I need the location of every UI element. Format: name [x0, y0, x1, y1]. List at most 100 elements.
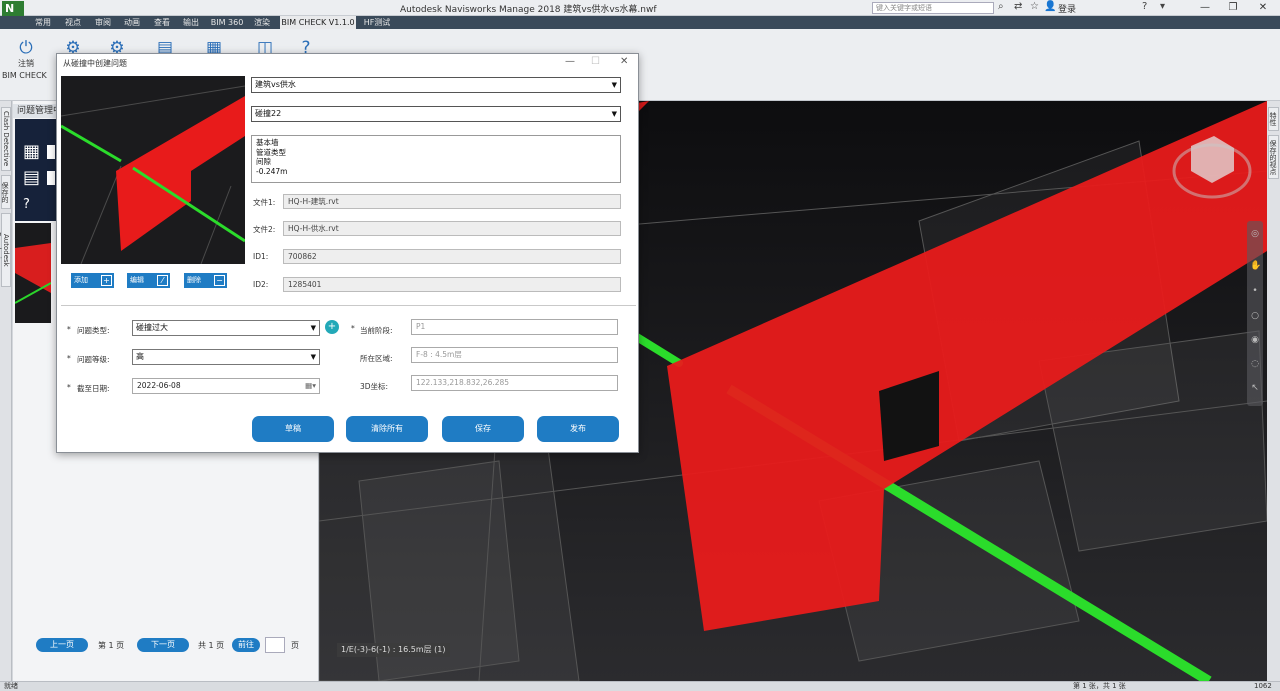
add-issue-type-button[interactable]: +	[325, 320, 339, 334]
page-number-input[interactable]	[265, 637, 285, 653]
issue-type-select[interactable]: 碰撞过大 ▼	[132, 320, 320, 336]
tab-render[interactable]: 渲染	[251, 16, 273, 29]
login-link[interactable]: 登录	[1058, 2, 1076, 15]
clash-info-box: 基本墙 管道类型 间隙 -0.247m	[251, 135, 621, 183]
tab-properties[interactable]: 特性	[1268, 107, 1279, 131]
logout-button[interactable]: ⏻ 注销	[9, 37, 43, 69]
logout-label: 注销	[18, 59, 34, 68]
issue-level-value: 高	[136, 352, 144, 361]
memory-indicator: 1062 MB	[1254, 682, 1272, 690]
pan-icon[interactable]: ✋	[1250, 261, 1261, 271]
tab-bim360[interactable]: BIM 360	[209, 16, 245, 29]
edit-image-button[interactable]: 编辑 ⁄	[127, 273, 170, 288]
due-date-picker[interactable]: 2022-06-08 ▦▾	[132, 378, 320, 394]
draft-button[interactable]: 草稿	[252, 416, 334, 442]
page-suffix: 页	[291, 641, 299, 650]
restore-icon[interactable]: ❐	[1220, 0, 1246, 15]
next-page-button[interactable]: 下一页	[137, 638, 189, 652]
tab-clash-detective[interactable]: Clash Detective	[1, 107, 11, 171]
due-date-value: 2022-06-08	[137, 381, 181, 390]
clash-test-select[interactable]: 建筑vs供水 ▼	[251, 77, 621, 93]
delete-image-button[interactable]: 删除 −	[184, 273, 227, 288]
sheet-indicator: 第 1 张，共 1 张	[1073, 682, 1126, 690]
stage-field[interactable]: P1	[411, 319, 618, 335]
help-search-input[interactable]: 键入关键字或短语	[872, 2, 994, 14]
prev-page-button[interactable]: 上一页	[36, 638, 88, 652]
clear-all-button[interactable]: 清除所有	[346, 416, 428, 442]
tab-output[interactable]: 输出	[180, 16, 202, 29]
area-label: 所在区域:	[360, 354, 393, 363]
user-icon[interactable]: 👤	[1044, 1, 1056, 12]
dropdown-arrow-icon: ▼	[310, 353, 316, 361]
star-icon[interactable]: ☆	[1030, 1, 1039, 12]
dropdown-icon[interactable]: ▾	[1160, 1, 1165, 12]
pagination: 上一页 第 1 页 下一页 共 1 页 前往 页	[13, 636, 319, 656]
minus-icon: −	[214, 275, 225, 286]
issue-type-value: 碰撞过大	[136, 323, 168, 332]
goto-page-button[interactable]: 前往	[232, 638, 260, 652]
minimize-icon[interactable]: —	[565, 56, 575, 67]
select-icon[interactable]: ↖	[1250, 383, 1260, 393]
clash-item-select[interactable]: 碰撞22 ▼	[251, 106, 621, 122]
required-mark: *	[67, 354, 71, 363]
plus-icon: +	[101, 275, 112, 286]
power-icon: ⏻	[19, 38, 33, 58]
ribbon-tab-bar: 常用 视点 审阅 动画 查看 输出 BIM 360 渲染 BIM CHECK V…	[0, 16, 1280, 29]
exchange-icon[interactable]: ⇄	[1014, 1, 1022, 12]
steering-wheel-icon[interactable]: ◎	[1250, 229, 1260, 239]
save-button[interactable]: 保存	[442, 416, 524, 442]
tab-saved-viewpoints[interactable]: 保存的视点	[1, 175, 11, 209]
due-date-label: 截至日期:	[77, 384, 110, 393]
id2-label: ID2:	[253, 280, 269, 289]
id2-field: 1285401	[283, 277, 621, 292]
walk-icon[interactable]: ◌	[1250, 359, 1260, 369]
close-icon[interactable]: ✕	[1250, 0, 1276, 15]
dropdown-arrow-icon: ▼	[611, 110, 617, 118]
app-logo[interactable]: N	[2, 1, 24, 16]
required-mark: *	[351, 324, 355, 333]
tab-home[interactable]: 常用	[32, 16, 54, 29]
navigation-bar: ◎ ✋ • ○ ◉ ◌ ↖	[1247, 221, 1263, 406]
tab-hf-test[interactable]: HF测试	[362, 16, 392, 29]
tab-animation[interactable]: 动画	[121, 16, 143, 29]
publish-button[interactable]: 发布	[537, 416, 619, 442]
area-field[interactable]: F-8 : 4.5m层	[411, 347, 618, 363]
ribbon-group-label: BIM CHECK	[2, 71, 47, 80]
edit-icon: ⁄	[157, 275, 168, 286]
thumbnail-svg	[15, 243, 51, 304]
tab-view[interactable]: 查看	[151, 16, 173, 29]
orbit-icon[interactable]: ○	[1250, 311, 1260, 321]
dialog-title: 从碰撞中创建问题	[63, 59, 127, 68]
tab-bim-check[interactable]: BIM CHECK V1.1.0	[280, 16, 356, 29]
panel-input-stub-2[interactable]	[47, 171, 55, 185]
preview-buttons: 添加 + 编辑 ⁄ 删除 −	[61, 266, 245, 296]
section-divider	[61, 305, 636, 306]
tab-review[interactable]: 审阅	[92, 16, 114, 29]
dropdown-arrow-icon: ▼	[611, 81, 617, 89]
dropdown-arrow-icon: ▼	[310, 324, 316, 332]
zoom-icon[interactable]: •	[1250, 286, 1260, 296]
file1-label: 文件1:	[253, 198, 276, 207]
document-icon[interactable]: ▤	[23, 167, 40, 188]
help-circle-icon[interactable]: ?	[23, 197, 30, 212]
help-icon[interactable]: ?	[1142, 1, 1147, 12]
minimize-icon[interactable]: —	[1192, 0, 1218, 15]
current-page: 第 1 页	[98, 641, 125, 650]
tab-saved-viewpoints-right[interactable]: 保存的视点	[1268, 135, 1279, 179]
tab-viewpoint[interactable]: 视点	[62, 16, 84, 29]
binoculars-icon[interactable]: ⌕	[998, 1, 1004, 12]
tab-autodesk-rendering[interactable]: Autodesk Rendering	[0, 213, 11, 287]
look-icon[interactable]: ◉	[1250, 335, 1260, 345]
calendar-icon[interactable]: ▦▾	[305, 379, 316, 393]
panel-input-stub[interactable]	[47, 145, 55, 159]
issue-type-label: 问题类型:	[77, 326, 110, 335]
status-bar: 就绪 第 1 张，共 1 张 1062 MB	[0, 681, 1280, 691]
add-image-button[interactable]: 添加 +	[71, 273, 114, 288]
coord-field[interactable]: 122.133,218.832,26.285	[411, 375, 618, 391]
status-text: 就绪	[4, 682, 18, 690]
grid-icon[interactable]: ▦	[23, 141, 40, 162]
total-pages: 共 1 页	[198, 641, 225, 650]
close-icon[interactable]: ✕	[620, 56, 628, 67]
issue-level-select[interactable]: 高 ▼	[132, 349, 320, 365]
info-line: 基本墙	[256, 138, 279, 147]
